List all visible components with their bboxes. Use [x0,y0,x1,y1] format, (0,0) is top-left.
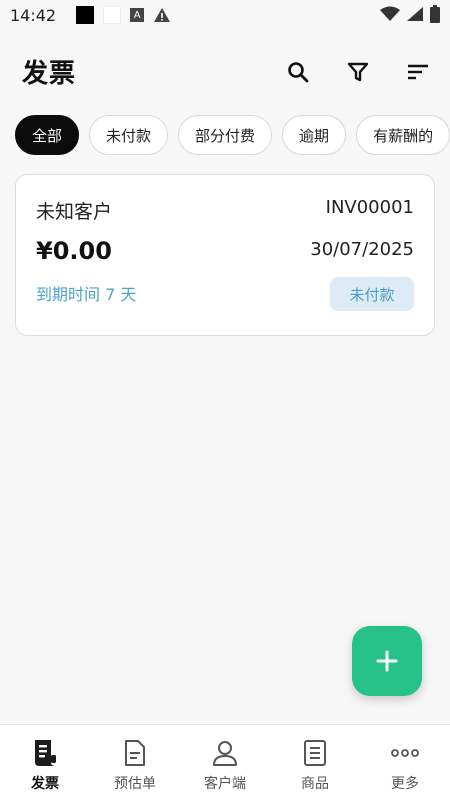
status-filter-chips: 全部 未付款 部分付费 逾期 有薪酬的 [15,115,450,157]
nav-label: 发票 [31,776,59,792]
battery-icon [430,5,440,23]
nav-label: 客户端 [204,776,246,792]
list-icon [304,740,326,766]
invoice-date: 30/07/2025 [310,239,414,260]
nav-item-estimates[interactable]: 预估单 [90,725,180,800]
invoice-number: INV00001 [325,197,414,218]
signal-icon [407,7,423,21]
warning-icon [154,8,171,22]
page-title: 发票 [22,58,77,89]
status-icons [380,5,440,23]
nav-label: 预估单 [114,776,156,792]
filter-chip-overdue[interactable]: 逾期 [282,115,347,155]
status-badge: 未付款 [330,277,414,311]
bottom-navigation: 发票 预估单 客户端 商品 更多 [0,724,450,800]
estimate-icon [125,740,145,766]
status-time: 14:42 [10,5,57,25]
filter-icon [347,62,369,82]
filter-chip-all[interactable]: 全部 [15,115,80,155]
sort-button[interactable] [402,56,434,88]
invoice-card[interactable]: 未知客户 INV00001 ¥0.00 30/07/2025 到期时间 7 天 … [15,174,435,336]
filter-chip-paid[interactable]: 有薪酬的 [356,115,450,155]
app-notification-icon: A [130,8,145,22]
invoice-icon [35,740,56,766]
app-header: 发票 [0,48,450,94]
invoice-client: 未知客户 [36,201,113,223]
search-button[interactable] [282,56,314,88]
nav-label: 商品 [301,776,329,792]
nav-label: 更多 [391,776,419,792]
search-icon [288,62,309,83]
invoice-due: 到期时间 7 天 [36,285,137,304]
sort-icon [408,64,428,80]
add-invoice-button[interactable] [352,626,422,696]
notification-icon [76,6,95,24]
invoice-amount: ¥0.00 [36,237,112,265]
nav-item-invoices[interactable]: 发票 [0,725,90,800]
plus-icon [376,650,398,672]
notification-icon [103,6,122,24]
more-icon [391,749,419,757]
nav-item-more[interactable]: 更多 [360,725,450,800]
filter-chip-unpaid[interactable]: 未付款 [89,115,169,155]
status-bar: 14:42 A [0,0,450,30]
nav-item-products[interactable]: 商品 [270,725,360,800]
wifi-icon [380,6,400,21]
person-icon [213,741,237,766]
filter-button[interactable] [342,56,374,88]
filter-chip-partial[interactable]: 部分付费 [178,115,273,155]
nav-item-clients[interactable]: 客户端 [180,725,270,800]
